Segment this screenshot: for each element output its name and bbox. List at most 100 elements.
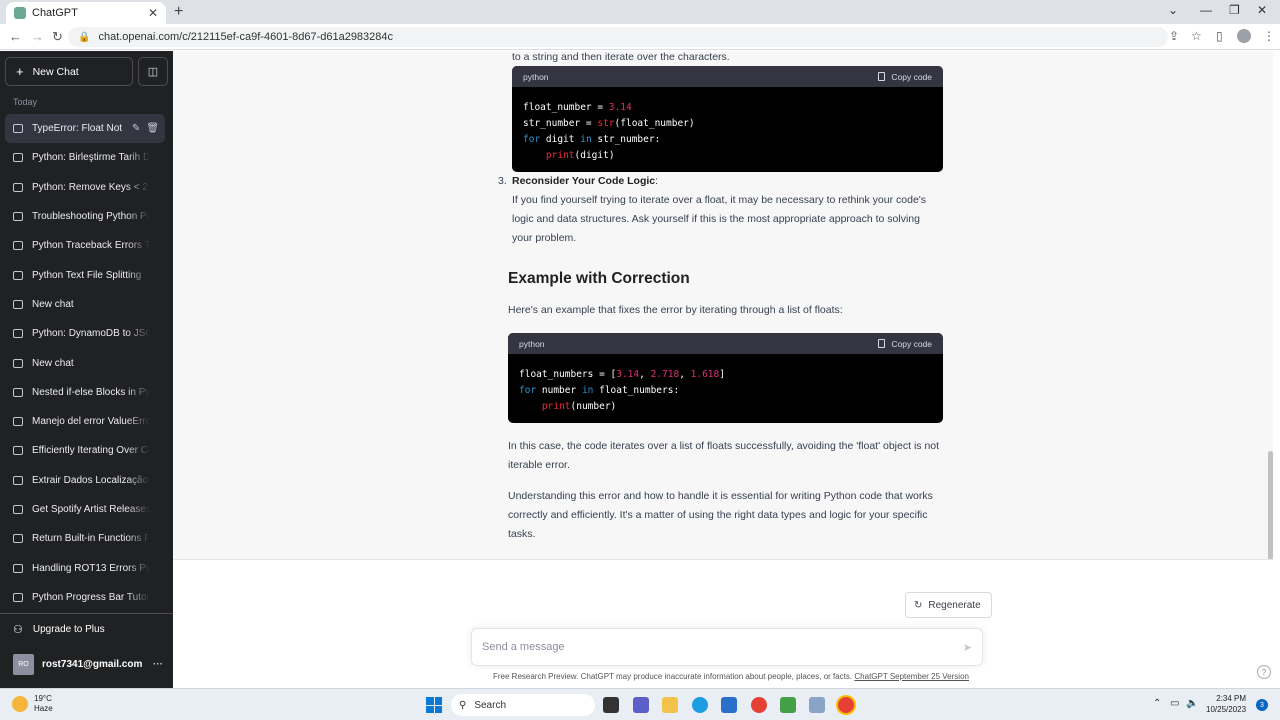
chat-history-item[interactable]: Get Spotify Artist Releases <box>5 495 165 524</box>
url-field[interactable]: 🔒 chat.openai.com/c/212115ef-ca9f-4601-8… <box>68 27 1168 47</box>
assistant-message: to a string and then iterate over the ch… <box>173 51 1273 560</box>
chat-bubble-icon <box>13 212 23 222</box>
chat-history-item[interactable]: Python: Remove Keys < 2 <box>5 173 165 202</box>
toggle-sidebar-button[interactable]: ◫ <box>138 57 168 86</box>
copy-code-button[interactable]: Copy code <box>878 72 932 82</box>
back-icon[interactable]: ← <box>9 29 22 44</box>
close-window-icon[interactable]: ✕ <box>1257 3 1267 17</box>
chat-history-label: Handling ROT13 Errors Pytho <box>32 562 150 574</box>
lock-icon[interactable]: 🔒 <box>78 32 90 43</box>
footer-disclaimer: Free Research Preview. ChatGPT may produ… <box>493 672 969 681</box>
chrome-icon[interactable] <box>751 697 767 713</box>
notepad-icon[interactable] <box>780 697 796 713</box>
chat-history-item[interactable]: Extrair Dados Localização JS <box>5 466 165 495</box>
profile-avatar-icon[interactable] <box>1237 29 1251 43</box>
copy-code-label: Copy code <box>891 338 932 349</box>
chat-bubble-icon <box>13 505 23 514</box>
system-clock[interactable]: 2:34 PM 10/25/2023 <box>1206 693 1246 715</box>
browser-menu-icon[interactable]: ⋮ <box>1263 29 1275 43</box>
taskbar-search-label: Search <box>474 699 507 711</box>
regenerate-icon: ↻ <box>914 599 923 611</box>
message-input[interactable] <box>482 641 963 653</box>
tab-title: ChatGPT <box>32 7 78 19</box>
chat-history-label: New chat <box>32 298 74 310</box>
network-icon[interactable]: ▭ <box>1170 698 1179 709</box>
more-options-icon[interactable]: ··· <box>153 659 163 670</box>
reload-icon[interactable]: ↻ <box>52 29 63 45</box>
version-link[interactable]: ChatGPT September 25 Version <box>854 672 969 681</box>
windows-taskbar: 19°C Haze ⚲ Search ⌃ ▭ 🔈 2:34 PM 10/25/2… <box>0 688 1280 720</box>
chat-bubble-icon <box>13 475 23 485</box>
new-chat-button[interactable]: + New Chat <box>5 57 133 86</box>
chat-history-item[interactable]: New chat <box>5 348 165 377</box>
tab-search-icon[interactable]: ⌄ <box>1168 3 1178 17</box>
share-icon[interactable]: ⇪ <box>1169 29 1179 43</box>
user-email: rost7341@gmail.com <box>42 659 143 670</box>
chat-history-label: Return Built-in Functions Pyt <box>32 533 150 545</box>
windows-start-icon[interactable] <box>426 697 442 713</box>
side-panel-icon[interactable]: ▯ <box>1216 29 1223 43</box>
chat-history-label: Python: Birleştirme Tarih Da <box>32 152 150 164</box>
chat-bubble-icon <box>13 358 23 368</box>
chat-bubble-icon <box>13 592 23 602</box>
list-number: 3. <box>498 175 507 187</box>
chat-history-item[interactable]: Nested if-else Blocks in Pyth <box>5 378 165 407</box>
app-icon[interactable] <box>809 697 825 713</box>
chat-history-label: Efficiently Iterating Over Con <box>32 445 150 457</box>
code-block-header: python Copy code <box>512 66 943 87</box>
chat-history-item[interactable]: Python: DynamoDB to JSON <box>5 319 165 348</box>
message-paragraph: Understanding this error and how to hand… <box>508 490 933 540</box>
chat-history-item[interactable]: TypeError: Float Not It ✎ 🗑 <box>5 114 165 144</box>
sidebar-divider <box>0 613 173 614</box>
chat-history-item[interactable]: Handling ROT13 Errors Pytho <box>5 553 165 582</box>
edit-icon[interactable]: ✎ <box>132 123 140 134</box>
forward-icon[interactable]: → <box>31 29 44 44</box>
code-content: float_number = 3.14 str_number = str(flo… <box>523 102 695 161</box>
chat-history-item[interactable]: Efficiently Iterating Over Con <box>5 436 165 465</box>
bookmark-star-icon[interactable]: ☆ <box>1191 29 1202 43</box>
chat-history-item[interactable]: Python Progress Bar Tutorial <box>5 583 165 612</box>
chat-history-item[interactable]: Python Text File Splitting <box>5 260 165 289</box>
chat-history-item[interactable]: Python: Birleştirme Tarih Da <box>5 143 165 172</box>
new-tab-icon[interactable]: + <box>174 3 183 21</box>
minimize-icon[interactable]: — <box>1200 3 1212 17</box>
clock-date: 10/25/2023 <box>1206 705 1247 714</box>
new-chat-label: New Chat <box>32 65 79 78</box>
help-button[interactable]: ? <box>1257 665 1271 679</box>
tray-overflow-icon[interactable]: ⌃ <box>1153 698 1161 709</box>
teams-chat-icon[interactable] <box>633 697 649 713</box>
microsoft-store-icon[interactable] <box>721 697 737 713</box>
chat-history-item[interactable]: Python Traceback Errors Tut <box>5 231 165 260</box>
chrome-active-icon[interactable] <box>838 697 854 713</box>
chat-history-label: New chat <box>32 357 74 369</box>
upgrade-button[interactable]: ⚇ Upgrade to Plus <box>13 623 105 636</box>
chat-history-item[interactable]: Return Built-in Functions Pyt <box>5 524 165 553</box>
maximize-icon[interactable]: ❐ <box>1229 3 1240 17</box>
weather-widget[interactable]: 19°C Haze <box>12 694 53 714</box>
main-panel: to a string and then iterate over the ch… <box>173 51 1280 688</box>
task-view-icon[interactable] <box>603 697 619 713</box>
chat-history-item[interactable]: New chat <box>5 290 165 319</box>
edge-browser-icon[interactable] <box>692 697 708 713</box>
chat-bubble-icon <box>13 241 23 251</box>
file-explorer-icon[interactable] <box>662 697 678 713</box>
volume-icon[interactable]: 🔈 <box>1186 698 1198 709</box>
user-menu[interactable]: RO rost7341@gmail.com ··· <box>13 654 163 675</box>
scrollbar[interactable] <box>1268 451 1273 559</box>
copy-code-label: Copy code <box>891 71 932 82</box>
browser-tab[interactable]: ChatGPT ✕ <box>6 2 166 24</box>
notification-badge[interactable]: 3 <box>1256 699 1268 711</box>
chat-history-label: Nested if-else Blocks in Pyth <box>32 386 150 398</box>
send-icon[interactable]: ➤ <box>963 641 972 654</box>
chat-history-item[interactable]: Troubleshooting Python Prog <box>5 202 165 231</box>
regenerate-label: Regenerate <box>928 599 981 611</box>
copy-code-button[interactable]: Copy code <box>878 339 932 349</box>
chat-history-item[interactable]: Manejo del error ValueError <box>5 407 165 436</box>
taskbar-search[interactable]: ⚲ Search <box>451 694 595 716</box>
clipboard-icon <box>878 72 886 81</box>
close-tab-icon[interactable]: ✕ <box>148 6 158 20</box>
chat-bubble-icon <box>13 387 23 397</box>
delete-icon[interactable]: 🗑 <box>146 123 159 134</box>
regenerate-button[interactable]: ↻ Regenerate <box>905 592 992 618</box>
message-paragraph: Here's an example that fixes the error b… <box>508 304 843 316</box>
